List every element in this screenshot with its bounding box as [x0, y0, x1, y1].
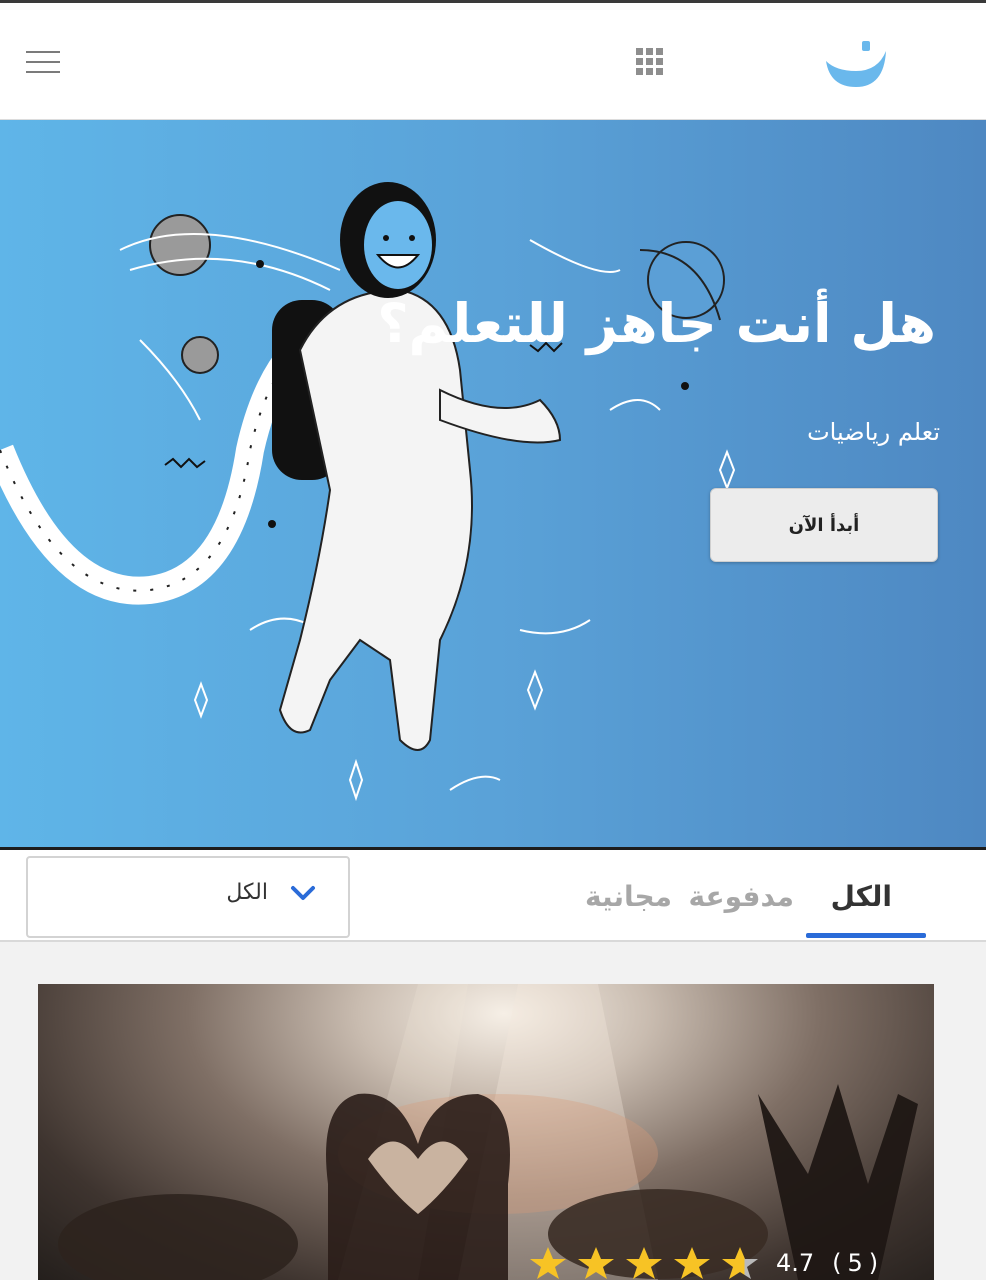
smile-logo[interactable] [822, 37, 888, 93]
star-icon [674, 1247, 710, 1279]
star-icon [626, 1247, 662, 1279]
grid-apps-icon[interactable] [636, 48, 664, 76]
tab-free[interactable]: مجانية [585, 880, 672, 913]
star-icon [530, 1247, 566, 1279]
filter-dropdown[interactable]: الكل [26, 856, 350, 938]
hero-title: هل أنت جاهز للتعلم؟ [377, 292, 936, 355]
tab-all[interactable]: الكل [831, 880, 892, 913]
rating-count: (5) [832, 1249, 885, 1277]
star-icon [578, 1247, 614, 1279]
astronaut-illustration [0, 182, 736, 802]
hamburger-menu-icon[interactable] [26, 49, 62, 75]
hero-banner: هل أنت جاهز للتعلم؟ تعلم رياضيات أبدأ ال… [0, 120, 986, 848]
half-star-icon [722, 1247, 758, 1279]
dropdown-selected-value: الكل [226, 880, 268, 905]
course-card-image[interactable] [38, 984, 934, 1280]
concert-heart-hands-photo [58, 984, 918, 1280]
filter-bar: الكل الكل مدفوعة مجانية [0, 850, 986, 942]
tab-paid[interactable]: مدفوعة [688, 880, 794, 913]
top-header [0, 3, 986, 120]
chevron-down-icon [291, 886, 315, 900]
start-now-button[interactable]: أبدأ الآن [710, 488, 938, 562]
hero-subtitle: تعلم رياضيات [807, 418, 940, 446]
rating-value: 4.7 [776, 1249, 815, 1277]
course-rating: 4.7 (5) [528, 1246, 884, 1280]
active-tab-indicator [806, 933, 926, 938]
